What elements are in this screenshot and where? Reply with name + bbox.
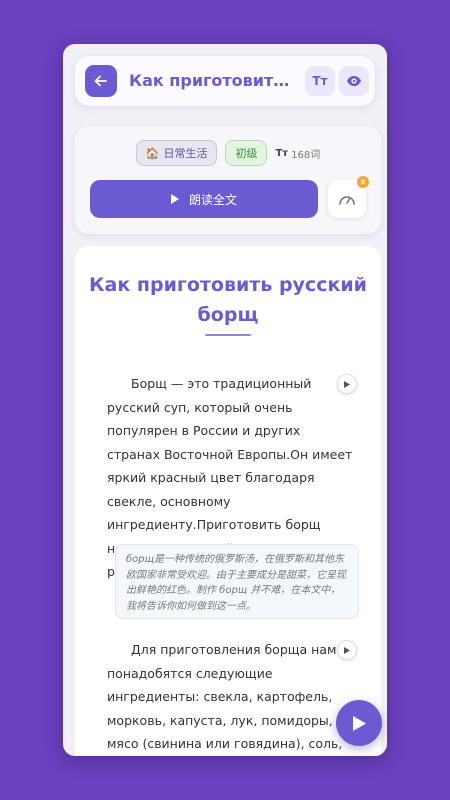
- article-card: Как приготовить русский борщ Борщ — это …: [75, 246, 381, 756]
- paragraph-2-text: Для приготовления борща нам понадобятся …: [107, 642, 343, 751]
- top-bar: Как приготовить р... Tт: [75, 56, 375, 106]
- font-size-icon: Tт: [312, 74, 328, 88]
- page-title: Как приготовить р...: [129, 71, 299, 90]
- font-size-button[interactable]: Tт: [305, 66, 335, 96]
- word-count-label: 168词: [291, 149, 321, 161]
- word-count: Tт 168词: [275, 146, 320, 161]
- speed-button[interactable]: ♛: [328, 176, 369, 218]
- read-all-label: 朗读全文: [188, 192, 237, 207]
- category-tag[interactable]: 🏠 日常生活: [135, 140, 218, 166]
- play-icon: [170, 194, 179, 204]
- paragraph-2[interactable]: Для приготовления борща нам понадобятся …: [107, 638, 357, 756]
- play-icon: [344, 646, 350, 654]
- read-all-button[interactable]: 朗读全文: [90, 180, 318, 218]
- back-button[interactable]: [85, 65, 117, 97]
- translation-box: борщ是一种传统的俄罗斯汤，在俄罗斯和其他东欧国家非常受欢迎。由于主要成分是甜…: [115, 544, 359, 619]
- arrow-left-icon: [94, 75, 107, 87]
- font-size-icon: Tт: [275, 147, 289, 159]
- speedometer-icon: [339, 196, 355, 205]
- phone-screen: Как приготовить р... Tт 🏠 日常生活 初级 Tт 168…: [63, 44, 387, 756]
- article-title: Как приготовить русский борщ: [89, 274, 367, 326]
- category-label: 日常生活: [163, 147, 208, 160]
- level-tag[interactable]: 初级: [225, 140, 268, 166]
- article-info-panel: 🏠 日常生活 初级 Tт 168词 朗读全文 ♛: [75, 126, 381, 234]
- crown-icon: ♛: [357, 176, 369, 188]
- play-icon: [352, 715, 366, 731]
- eye-icon: [347, 76, 361, 86]
- translation-1-text: борщ是一种传统的俄罗斯汤，在俄罗斯和其他东欧国家非常受欢迎。由于主要成分是甜…: [126, 554, 346, 612]
- play-icon: [344, 380, 350, 388]
- title-divider: [205, 334, 251, 336]
- house-icon: 🏠: [145, 146, 160, 160]
- visibility-button[interactable]: [339, 66, 369, 96]
- level-label: 初级: [235, 147, 258, 160]
- paragraph-2-play-button[interactable]: [337, 640, 357, 660]
- tag-row: 🏠 日常生活 初级 Tт 168词: [75, 140, 381, 166]
- paragraph-1-play-button[interactable]: [337, 374, 357, 394]
- play-fab[interactable]: [336, 700, 382, 746]
